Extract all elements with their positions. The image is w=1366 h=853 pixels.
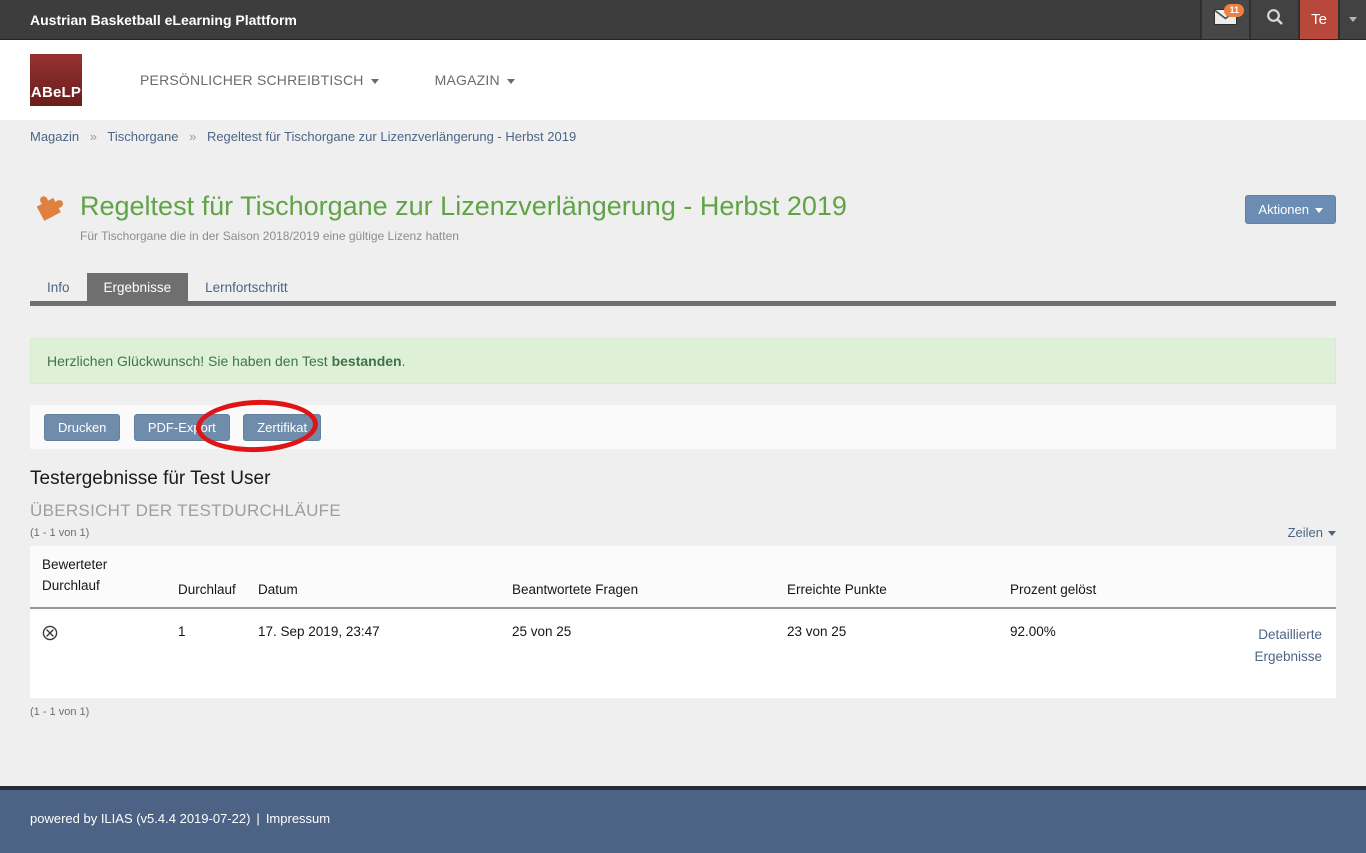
rows-dropdown[interactable]: Zeilen — [1288, 525, 1336, 540]
page-subtitle: Für Tischorgane die in der Saison 2018/2… — [80, 229, 1336, 243]
search-button[interactable] — [1249, 0, 1298, 39]
alert-bold: bestanden — [332, 353, 402, 369]
col-beantwortete-fragen: Beantwortete Fragen — [512, 546, 787, 608]
avatar-button[interactable]: Te — [1298, 0, 1338, 39]
nav-item-personal-desktop[interactable]: PERSÖNLICHER SCHREIBTISCH — [140, 72, 379, 88]
tab-info[interactable]: Info — [30, 273, 87, 301]
impressum-link[interactable]: Impressum — [266, 811, 330, 826]
breadcrumb-link-tischorgane[interactable]: Tischorgane — [107, 129, 178, 144]
cell-actions: Detaillierte Ergebnisse — [1200, 608, 1336, 699]
breadcrumb-separator: » — [189, 129, 196, 144]
chevron-down-icon — [1349, 17, 1357, 22]
chevron-down-icon — [1328, 531, 1336, 536]
breadcrumb-link-magazin[interactable]: Magazin — [30, 129, 79, 144]
breadcrumb-separator: » — [90, 129, 97, 144]
table-row: 1 17. Sep 2019, 23:47 25 von 25 23 von 2… — [30, 608, 1336, 699]
mail-badge: 11 — [1224, 4, 1244, 17]
site-title: Austrian Basketball eLearning Plattform — [0, 0, 1200, 39]
mail-button[interactable]: 11 — [1200, 0, 1249, 39]
search-icon — [1266, 8, 1284, 31]
certificate-button[interactable]: Zertifikat — [243, 414, 321, 441]
breadcrumb-link-regeltest[interactable]: Regeltest für Tischorgane zur Lizenzverl… — [207, 129, 576, 144]
user-menu-button[interactable] — [1338, 0, 1366, 39]
range-bottom: (1 - 1 von 1) — [30, 706, 1336, 718]
success-alert: Herzlichen Glückwunsch! Sie haben den Te… — [30, 338, 1336, 384]
table-header-row: Bewerteter Durchlauf Durchlauf Datum Bea… — [30, 546, 1336, 608]
col-durchlauf: Durchlauf — [178, 546, 258, 608]
cell-durchlauf: 1 — [178, 608, 258, 699]
site-header: ABeLP PERSÖNLICHER SCHREIBTISCH MAGAZIN — [0, 40, 1366, 120]
col-erreichte-punkte: Erreichte Punkte — [787, 546, 1010, 608]
test-puzzle-icon — [30, 189, 64, 223]
tabbar: Info Ergebnisse Lernfortschritt — [30, 273, 1336, 306]
col-prozent-geloest: Prozent gelöst — [1010, 546, 1200, 608]
footer-separator: | — [256, 811, 259, 826]
tab-ergebnisse[interactable]: Ergebnisse — [87, 273, 189, 301]
pdf-export-button[interactable]: PDF-Export — [134, 414, 230, 441]
breadcrumb: Magazin » Tischorgane » Regeltest für Ti… — [0, 120, 1366, 153]
col-bewerteter-durchlauf: Bewerteter Durchlauf — [30, 546, 178, 608]
main-nav: PERSÖNLICHER SCHREIBTISCH MAGAZIN — [140, 72, 515, 88]
page-head: Regeltest für Tischorgane zur Lizenzverl… — [0, 153, 1366, 243]
avatar: Te — [1300, 0, 1338, 39]
details-link[interactable]: Detaillierte Ergebnisse — [1230, 624, 1322, 669]
tab-lernfortschritt[interactable]: Lernfortschritt — [188, 273, 305, 301]
topbar: Austrian Basketball eLearning Plattform … — [0, 0, 1366, 40]
toolbar: Drucken PDF-Export Zertifikat — [30, 405, 1336, 449]
cell-datum: 17. Sep 2019, 23:47 — [258, 608, 512, 699]
results-table: Bewerteter Durchlauf Durchlauf Datum Bea… — [30, 546, 1336, 698]
chevron-down-icon — [1315, 208, 1323, 213]
site-logo[interactable]: ABeLP — [30, 54, 82, 106]
col-actions — [1200, 546, 1336, 608]
actions-button[interactable]: Aktionen — [1245, 195, 1336, 224]
chevron-down-icon — [507, 79, 515, 84]
cell-prozent-geloest: 92.00% — [1010, 608, 1200, 699]
table-controls: (1 - 1 von 1) Zeilen — [30, 525, 1336, 540]
print-button[interactable]: Drucken — [44, 414, 120, 441]
page-title: Regeltest für Tischorgane zur Lizenzverl… — [80, 191, 847, 222]
range-top: (1 - 1 von 1) — [30, 527, 89, 539]
footer: powered by ILIAS (v5.4.4 2019-07-22) | Imp… — [0, 786, 1366, 853]
cell-bewerteter-durchlauf — [30, 608, 178, 699]
overview-title: ÜBERSICHT DER TESTDURCHLÄUFE — [30, 501, 1336, 521]
circle-x-icon — [42, 625, 58, 641]
chevron-down-icon — [371, 79, 379, 84]
cell-erreichte-punkte: 23 von 25 — [787, 608, 1010, 699]
nav-item-magazin[interactable]: MAGAZIN — [435, 72, 515, 88]
cell-beantwortete-fragen: 25 von 25 — [512, 608, 787, 699]
col-datum: Datum — [258, 546, 512, 608]
results-heading: Testergebnisse für Test User — [30, 468, 1336, 490]
powered-by-text: powered by ILIAS (v5.4.4 2019-07-22) — [30, 811, 250, 826]
